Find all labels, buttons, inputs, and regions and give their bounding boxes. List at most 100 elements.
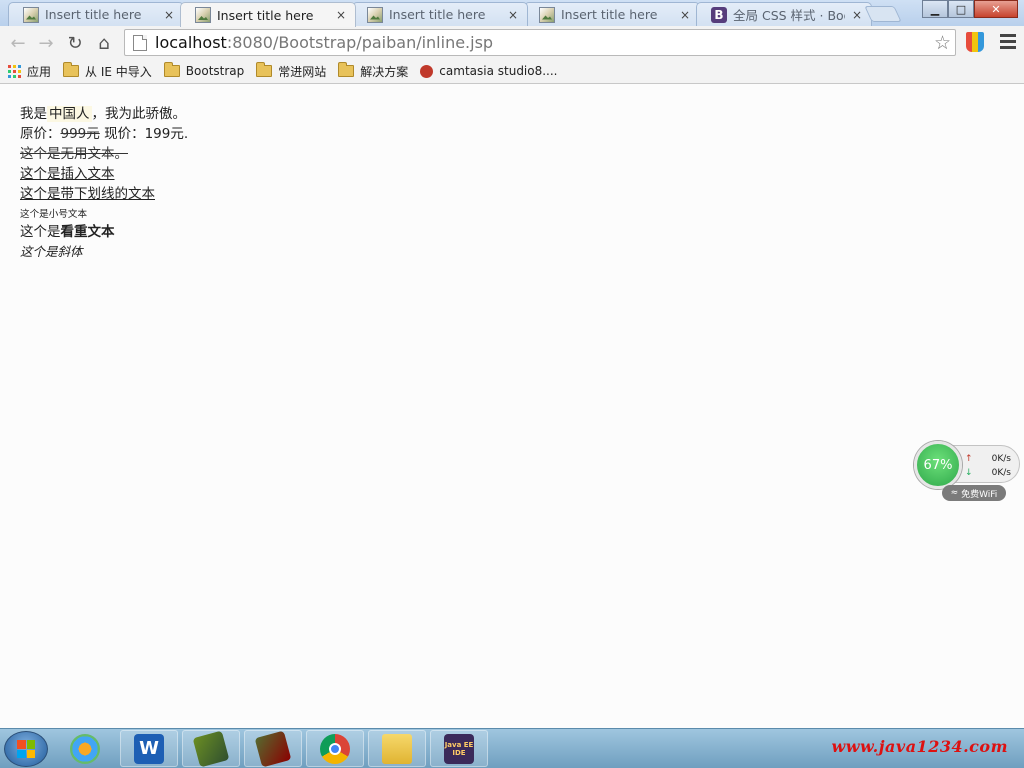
text-segment: 现价： [99, 126, 145, 142]
maximize-button[interactable]: □ [948, 0, 974, 18]
italic-text-line: 这个是斜体 [20, 242, 188, 262]
reload-icon[interactable]: ↻ [63, 31, 87, 55]
tab-close-icon[interactable]: × [851, 8, 863, 22]
chrome-menu-icon[interactable] [1000, 32, 1016, 50]
url-host: localhost [155, 33, 227, 52]
small-text-line: 这个是小号文本 [20, 204, 188, 222]
bookmark-folder-common-sites[interactable]: 常进网站 [256, 62, 327, 80]
home-icon[interactable]: ⌂ [92, 31, 116, 55]
taskbar-wps-writer[interactable]: W [120, 730, 178, 767]
taskbar-chrome[interactable] [306, 730, 364, 767]
bookmark-label: camtasia studio8.... [439, 64, 558, 78]
folder-icon [163, 62, 180, 77]
text-segment: 这个是 [20, 224, 61, 240]
upload-arrow-icon: ↑ [965, 454, 973, 464]
folder-icon [63, 62, 80, 77]
minimize-button[interactable]: ▁ [922, 0, 948, 18]
close-window-button[interactable]: ✕ [974, 0, 1018, 18]
tab-insert-title-4[interactable]: Insert title here × [524, 2, 700, 26]
usage-percent-circle[interactable]: 67% [914, 441, 962, 489]
folder-explorer-icon [382, 733, 412, 764]
deleted-text-line: 这个是无用文本。 [20, 144, 188, 164]
price-line: 原价：999元 现价：199元. [20, 124, 188, 144]
tab-close-icon[interactable]: × [507, 8, 519, 22]
colorful-app-icon [70, 733, 100, 764]
bookmark-apps[interactable]: 应用 [8, 63, 51, 80]
bookmark-label: 解决方案 [360, 64, 409, 79]
tab-label: Insert title here [45, 7, 142, 22]
bookmarks-bar: 应用 从 IE 中导入 Bootstrap 常进网站 解决方案 camtasia… [0, 59, 1024, 84]
italic-text: 这个是斜体 [20, 244, 83, 259]
inserted-text-line: 这个是插入文本 [20, 164, 188, 184]
new-tab-button[interactable] [864, 6, 902, 22]
marked-text: 中国人 [47, 106, 92, 122]
wps-writer-icon: W [134, 733, 164, 764]
taskbar-pinned-app[interactable] [56, 730, 114, 767]
text-segment: 原价： [20, 126, 61, 142]
chrome-icon [320, 733, 350, 764]
new-price: 199元. [144, 126, 189, 142]
deleted-text: 这个是无用文本。 [20, 146, 128, 162]
site-watermark: www.java1234.com [831, 737, 1008, 756]
taskbar-app-red[interactable] [244, 730, 302, 767]
download-speed: 0K/s [991, 468, 1011, 478]
extension-icon[interactable] [966, 32, 984, 52]
taskbar-file-explorer[interactable] [368, 730, 426, 767]
tab-close-icon[interactable]: × [679, 8, 691, 22]
tab-close-icon[interactable]: × [335, 8, 347, 22]
address-bar[interactable]: localhost:8080/Bootstrap/paiban/inline.j… [124, 29, 956, 56]
url-path: :8080/Bootstrap/paiban/inline.jsp [226, 33, 494, 52]
tab-bootstrap-css[interactable]: B 全局 CSS 样式 · Boot × [696, 2, 872, 26]
tab-insert-title-1[interactable]: Insert title here × [8, 2, 184, 26]
tab-insert-title-2-active[interactable]: Insert title here × [180, 2, 356, 27]
bookmark-star-icon[interactable]: ☆ [934, 32, 951, 54]
tab-label: Insert title here [561, 7, 658, 22]
bookmark-label: 应用 [27, 64, 52, 79]
bootstrap-favicon-icon: B [711, 6, 727, 23]
page-favicon-icon [195, 7, 211, 23]
taskbar-app-green[interactable] [182, 730, 240, 767]
wifi-icon: ≈ [950, 488, 962, 498]
page-icon [133, 34, 147, 51]
upload-row: ↑ 0K/s [965, 454, 1011, 464]
folder-icon [338, 62, 355, 77]
download-row: ↓ 0K/s [965, 468, 1011, 478]
text-segment: 我是 [20, 106, 47, 122]
small-text: 这个是小号文本 [20, 209, 88, 220]
underlined-text-line: 这个是带下划线的文本 [20, 184, 188, 204]
wifi-text: 免费WiFi [961, 489, 998, 500]
page-favicon-icon [23, 6, 39, 23]
page-content: 我是 中国人 ，我为此骄傲。 原价：999元 现价：199元. 这个是无用文本。 这… [20, 104, 188, 262]
browser-toolbar: ← → ↻ ⌂ localhost:8080/Bootstrap/paiban/… [0, 26, 1024, 59]
tab-close-icon[interactable]: × [163, 8, 175, 22]
bookmark-folder-ie-import[interactable]: 从 IE 中导入 [63, 62, 152, 80]
page-favicon-icon [539, 6, 555, 23]
taskbar-javaee-ide[interactable]: Java EE IDE [430, 730, 488, 767]
bookmark-folder-solutions[interactable]: 解决方案 [338, 62, 409, 80]
tab-insert-title-3[interactable]: Insert title here × [352, 2, 528, 26]
start-button[interactable] [4, 731, 48, 767]
tab-strip: Insert title here × Insert title here × … [0, 0, 1024, 27]
page-favicon-icon [367, 6, 383, 23]
bookmark-label: 常进网站 [278, 64, 327, 79]
windows-logo-icon [17, 740, 35, 758]
tab-label: 全局 CSS 样式 · Boot [733, 8, 845, 23]
strong-text-line: 这个是看重文本 [20, 222, 188, 242]
upload-speed: 0K/s [991, 454, 1011, 464]
back-arrow-icon[interactable]: ← [6, 31, 30, 55]
url-text[interactable]: localhost:8080/Bootstrap/paiban/inline.j… [155, 33, 493, 52]
forward-arrow-icon[interactable]: → [34, 31, 58, 55]
camtasia-icon [420, 64, 434, 78]
window-controls: ▁ □ ✕ [922, 0, 1018, 18]
free-wifi-label[interactable]: ≈ 免费WiFi [942, 485, 1006, 501]
bookmark-label: 从 IE 中导入 [85, 64, 152, 79]
tab-label: Insert title here [389, 7, 486, 22]
bookmark-label: Bootstrap [185, 64, 245, 78]
bookmark-folder-bootstrap[interactable]: Bootstrap [163, 62, 245, 78]
bookmark-camtasia[interactable]: camtasia studio8.... [420, 64, 558, 78]
java-ee-ide-icon: Java EE IDE [444, 733, 474, 764]
text-segment: ，我为此骄傲。 [91, 106, 187, 122]
network-speed-widget[interactable]: ↑ 0K/s ↓ 0K/s 67% ≈ 免费WiFi [914, 441, 1024, 503]
folder-icon [256, 62, 273, 77]
tab-label: Insert title here [217, 7, 314, 23]
